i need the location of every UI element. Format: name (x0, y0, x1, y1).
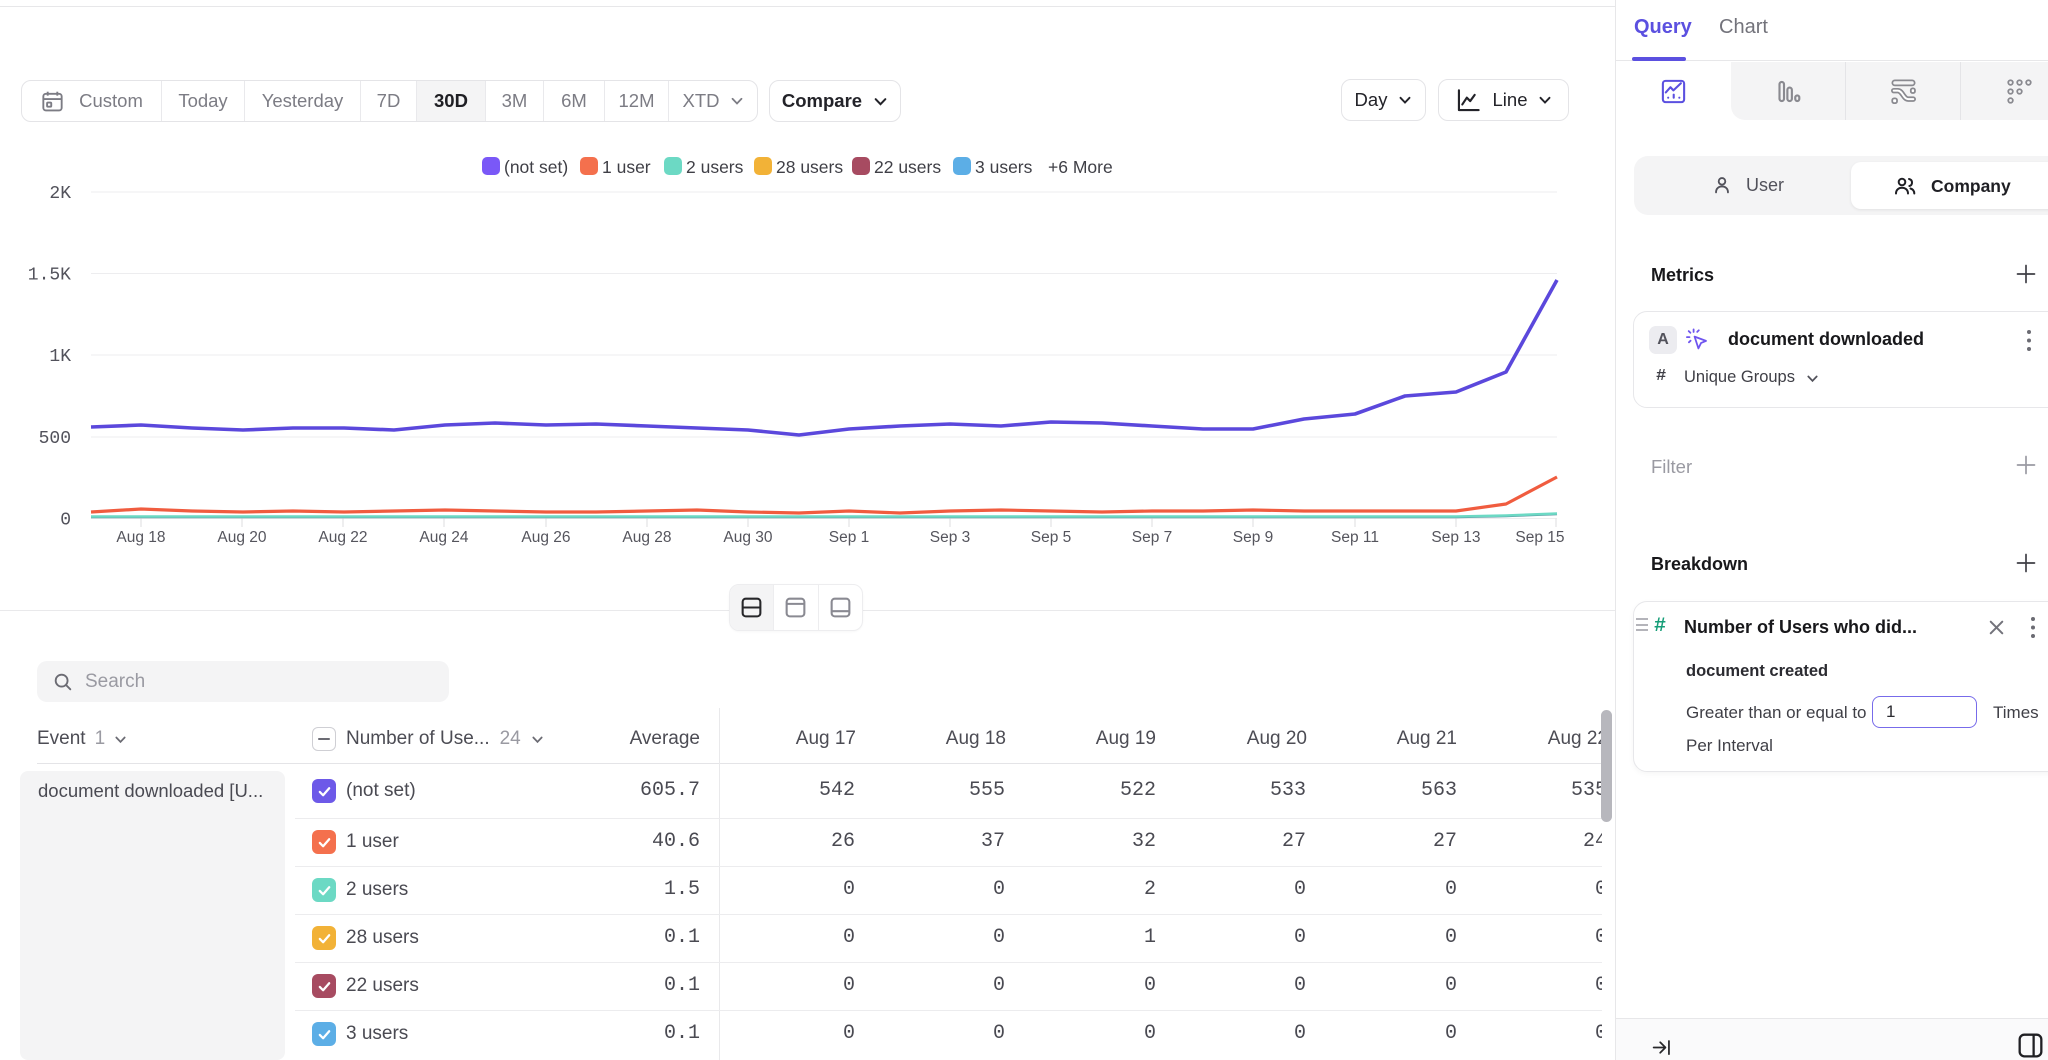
svg-text:3 users: 3 users (975, 157, 1033, 177)
svg-text:Aug 30: Aug 30 (723, 529, 773, 546)
svg-text:Aug 18: Aug 18 (116, 529, 165, 546)
svg-text:0: 0 (60, 511, 71, 531)
svg-text:28 users: 28 users (776, 157, 843, 177)
svg-text:500: 500 (39, 429, 71, 449)
svg-text:Aug 24: Aug 24 (419, 529, 469, 546)
svg-text:Sep 13: Sep 13 (1431, 529, 1480, 546)
svg-text:Aug 28: Aug 28 (622, 529, 671, 546)
svg-text:Sep 3: Sep 3 (930, 529, 971, 546)
svg-text:Aug 26: Aug 26 (521, 529, 570, 546)
svg-text:1.5K: 1.5K (28, 266, 71, 286)
svg-text:Sep 5: Sep 5 (1031, 529, 1072, 546)
svg-text:Sep 7: Sep 7 (1132, 529, 1173, 546)
svg-text:+6 More: +6 More (1048, 157, 1113, 177)
svg-text:2 users: 2 users (686, 157, 744, 177)
svg-text:(not set): (not set) (504, 157, 568, 177)
svg-text:Sep 15: Sep 15 (1515, 529, 1564, 546)
svg-text:Aug 22: Aug 22 (318, 529, 367, 546)
svg-text:1 user: 1 user (602, 157, 651, 177)
svg-text:Sep 11: Sep 11 (1331, 529, 1379, 546)
svg-text:1K: 1K (49, 347, 71, 367)
svg-text:2K: 2K (49, 184, 71, 204)
svg-text:Sep 1: Sep 1 (829, 529, 870, 546)
svg-text:Sep 9: Sep 9 (1233, 529, 1274, 546)
svg-text:22 users: 22 users (874, 157, 941, 177)
svg-text:Aug 20: Aug 20 (217, 529, 267, 546)
